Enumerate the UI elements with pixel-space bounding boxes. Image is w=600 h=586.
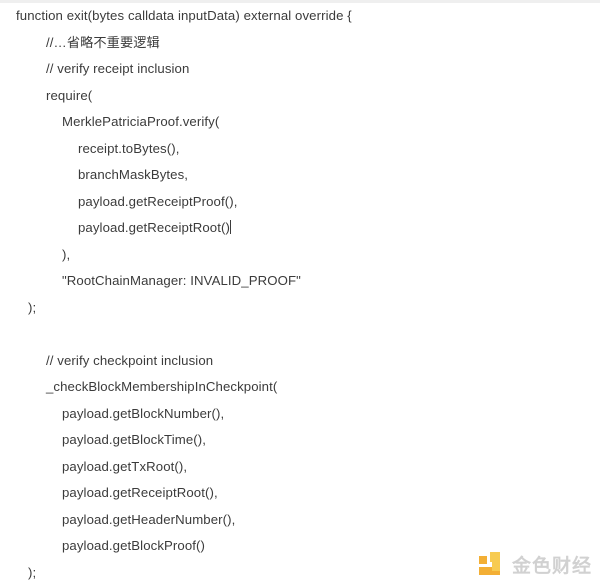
code-line: payload.getReceiptRoot(), — [62, 485, 218, 500]
code-line: payload.getBlockTime(), — [62, 432, 207, 447]
code-line: //…省略不重要逻辑 — [46, 34, 160, 50]
code-line: receipt.toBytes(), — [78, 140, 180, 156]
watermark: 金色财经 — [478, 551, 592, 578]
text-caret — [230, 220, 232, 234]
code-line: branchMaskBytes, — [78, 167, 189, 182]
jinse-logo-icon — [478, 551, 505, 578]
code-line: "RootChainManager: INVALID_PROOF" — [62, 273, 301, 288]
logo-square-a — [478, 555, 487, 564]
code-line: // verify receipt inclusion — [46, 61, 190, 76]
code-line: payload.getTxRoot(), — [62, 458, 188, 474]
watermark-brand-text: 金色财经 — [511, 555, 592, 577]
code-line: function exit(bytes calldata inputData) … — [16, 8, 352, 23]
code-line: payload.getHeaderNumber(), — [62, 511, 236, 527]
code-line: payload.getReceiptRoot() — [78, 220, 232, 235]
logo-square-d — [491, 560, 500, 571]
code-line: MerklePatriciaProof.verify( — [62, 114, 220, 129]
code-line: ), — [62, 246, 71, 262]
code-line: payload.getReceiptProof(), — [78, 193, 238, 209]
code-line: payload.getBlockNumber(), — [62, 405, 225, 421]
code-line: require( — [46, 87, 93, 103]
code-screenshot: function exit(bytes calldata inputData) … — [0, 0, 600, 586]
code-line: ); — [28, 299, 37, 315]
code-line: // verify checkpoint inclusion — [46, 352, 214, 368]
code-line: _checkBlockMembershipInCheckpoint( — [46, 379, 278, 394]
code-block[interactable]: function exit(bytes calldata inputData) … — [0, 3, 600, 586]
